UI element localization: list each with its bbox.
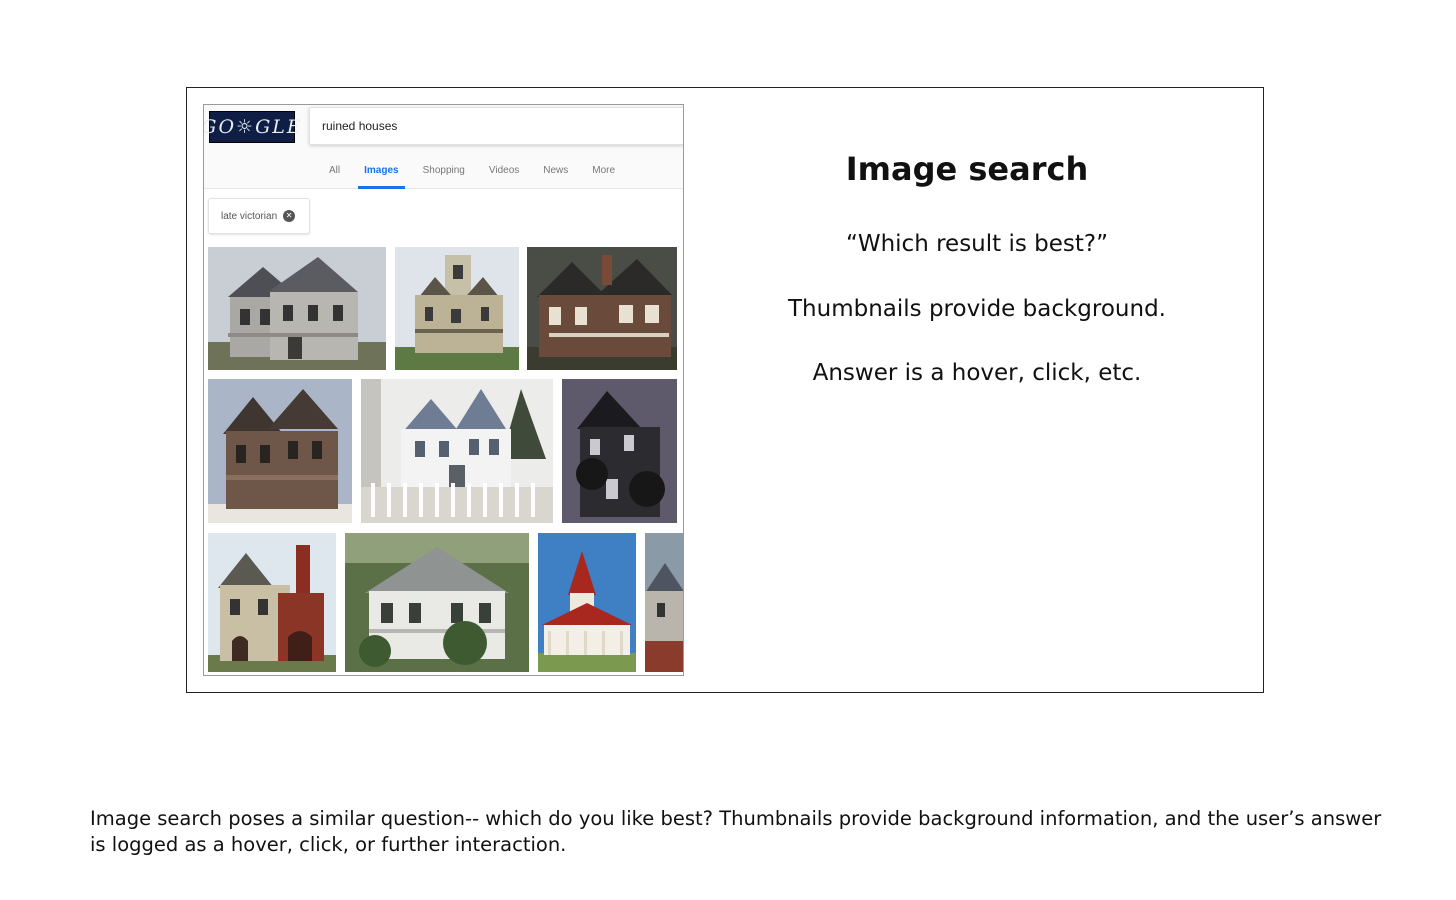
thumbnail-4[interactable] bbox=[208, 379, 352, 523]
thumbnail-8[interactable] bbox=[345, 533, 529, 672]
tab-all[interactable]: All bbox=[317, 157, 352, 189]
slide-line-thumbnails: Thumbnails provide background. bbox=[788, 296, 1166, 322]
thumbnail-1[interactable] bbox=[208, 247, 386, 370]
slide-frame: GO☼GLE ruined houses All Images Shopping… bbox=[186, 87, 1264, 693]
thumbnail-2[interactable] bbox=[395, 247, 519, 370]
thumbnail-9[interactable] bbox=[538, 533, 636, 672]
thumbnail-10[interactable] bbox=[645, 533, 683, 672]
tab-shopping[interactable]: Shopping bbox=[411, 157, 477, 189]
slide-caption: Image search poses a similar question-- … bbox=[90, 807, 1382, 856]
image-search-screenshot: GO☼GLE ruined houses All Images Shopping… bbox=[203, 104, 684, 676]
thumbnail-6[interactable] bbox=[562, 379, 677, 523]
remove-filter-icon[interactable]: ✕ bbox=[283, 210, 296, 222]
search-input[interactable]: ruined houses bbox=[309, 107, 683, 145]
search-tabs: All Images Shopping Videos News More bbox=[317, 157, 627, 189]
slide-heading: Image search bbox=[845, 150, 1089, 188]
slide-line-question: “Which result is best?” bbox=[845, 231, 1109, 257]
thumbnail-3[interactable] bbox=[527, 247, 677, 370]
tab-news[interactable]: News bbox=[531, 157, 580, 189]
slide-line-answer: Answer is a hover, click, etc. bbox=[812, 360, 1142, 386]
doodle-logo[interactable]: GO☼GLE bbox=[204, 111, 301, 143]
thumbnail-5[interactable] bbox=[361, 379, 553, 523]
search-header: GO☼GLE ruined houses All Images Shopping… bbox=[204, 105, 683, 189]
tab-videos[interactable]: Videos bbox=[477, 157, 531, 189]
filter-chip-label: late victorian bbox=[221, 210, 278, 222]
tab-images[interactable]: Images bbox=[352, 157, 410, 189]
tab-more[interactable]: More bbox=[580, 157, 627, 189]
filter-chip[interactable]: late victorian ✕ bbox=[208, 198, 311, 234]
thumbnail-7[interactable] bbox=[208, 533, 336, 672]
